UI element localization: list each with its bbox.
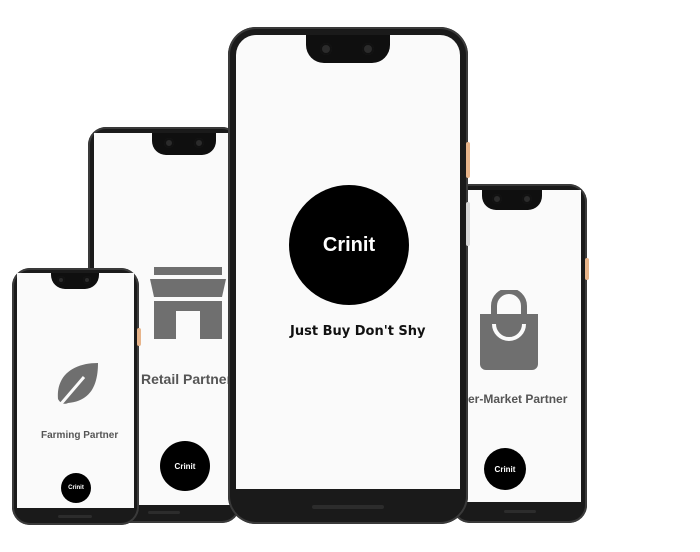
camera-icon [522,194,532,204]
retail-notch [152,133,216,155]
retail-partner-label: Retail Partner [141,371,233,387]
supermarket-notch [482,190,542,210]
camera-icon [194,138,204,148]
camera-icon [57,276,65,284]
farming-crinit-button[interactable]: Crinit [61,473,91,503]
main-screen: Crinit Just Buy Don't Shy [236,35,460,489]
farming-phone: Farming Partner Crinit [12,268,141,525]
main-phone: Crinit Just Buy Don't Shy [228,27,470,524]
side-button[interactable] [466,202,470,246]
farming-notch [51,273,99,289]
supermarket-phone: er-Market Partner Crinit [452,184,589,523]
supermarket-screen: er-Market Partner Crinit [458,190,581,502]
crinit-logo-text: Crinit [494,464,516,474]
camera-icon [164,138,174,148]
storefront-icon [150,263,226,341]
crinit-logo-text: Crinit [174,461,196,471]
shopping-bag-icon [476,290,542,370]
leaf-icon [54,361,100,407]
supermarket-crinit-button[interactable]: Crinit [484,448,526,490]
home-indicator [148,511,180,514]
camera-icon [320,43,332,55]
camera-icon [362,43,374,55]
supermarket-partner-label: er-Market Partner [468,392,568,406]
side-button[interactable] [137,328,141,346]
main-crinit-logo: Crinit [289,185,409,305]
retail-crinit-button[interactable]: Crinit [160,441,210,491]
main-notch [306,35,390,63]
home-indicator [58,515,92,518]
tagline-text: Just Buy Don't Shy [290,324,426,339]
crinit-logo-text: Crinit [68,485,84,491]
home-indicator [312,505,384,509]
farming-screen: Farming Partner Crinit [17,273,134,508]
home-indicator [504,510,536,513]
side-button[interactable] [585,258,589,280]
farming-partner-label: Farming Partner [41,430,119,441]
camera-icon [492,194,502,204]
camera-icon [83,276,91,284]
side-button[interactable] [466,142,470,178]
crinit-logo-text: Crinit [322,233,376,256]
